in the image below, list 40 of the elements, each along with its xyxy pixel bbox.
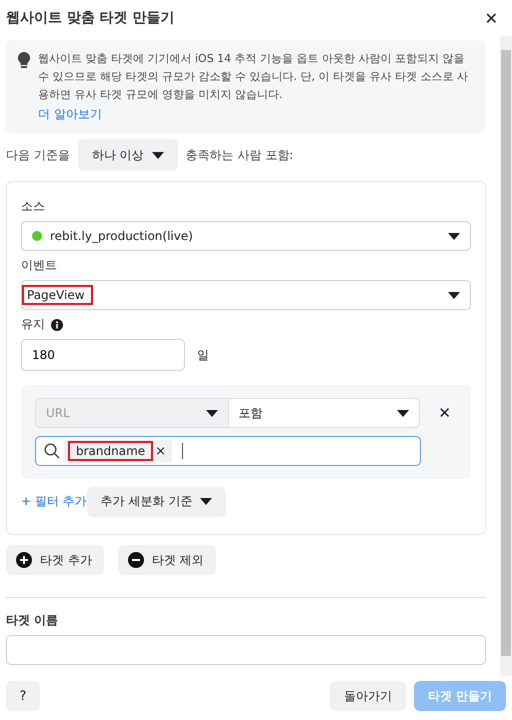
field-label: 타겟 이름 — [6, 612, 60, 629]
info-icon — [51, 318, 63, 330]
learn-more-link[interactable]: 더 알아보기 — [38, 106, 102, 123]
caret-icon — [152, 152, 164, 158]
source-select[interactable]: rebit.ly_production(live) — [21, 221, 471, 251]
criteria-text: 충족하는 사람 포함: — [186, 146, 294, 164]
scrollbar[interactable] — [500, 36, 512, 676]
field-label: 유지 — [21, 316, 45, 333]
search-icon — [44, 443, 60, 459]
operator-select[interactable]: 포함 — [228, 398, 420, 428]
match-dropdown[interactable]: 하나 이상 — [78, 139, 178, 171]
caret-icon — [200, 498, 212, 505]
add-filter-link[interactable]: + 필터 추가 — [21, 493, 87, 510]
tag-search-field[interactable]: brandname × — [35, 436, 421, 466]
field-label: 이벤트 — [21, 257, 58, 274]
lightbulb-icon — [18, 52, 30, 68]
back-button[interactable]: 돌아가기 — [330, 681, 406, 711]
criteria-text: 다음 기준을 — [6, 146, 70, 164]
caret-icon — [448, 232, 460, 240]
remove-tag-button[interactable]: × — [151, 444, 168, 458]
retention-field[interactable]: 180 — [21, 339, 185, 371]
unit-label: 일 — [197, 346, 209, 364]
caret-icon — [448, 292, 460, 298]
exclude-button[interactable]: 타겟 제외 — [118, 545, 216, 575]
filter-tag: brandname — [70, 443, 152, 459]
caret-icon — [206, 410, 218, 416]
name-field[interactable] — [6, 635, 486, 665]
close-button[interactable]: ✕ — [480, 8, 502, 28]
caret-icon — [397, 410, 410, 416]
remove-filter-button[interactable]: ✕ — [432, 403, 457, 423]
include-button[interactable]: 타겟 추가 — [6, 545, 104, 575]
event-value: PageView — [24, 287, 91, 303]
field-label: 소스 — [21, 198, 46, 215]
notice-text: 웹사이트 맞춤 타겟에 기기에서 iOS 14 추적 기능을 옵트 아웃한 사람이 포함되지 않을 수 있으므로 해당 타겟의 규모가 감소할 수 있습니다. 단, 이 타겟을 유사 타겟 소스로 사용하면 유사 타겟 규모에 영향을 미치지 않습니다. — [38, 51, 469, 103]
refine-dropdown[interactable]: 추가 세분화 기준 — [86, 486, 226, 516]
plus-circle-icon — [16, 552, 32, 568]
minus-circle-icon — [128, 552, 144, 568]
dialog-title: 웹사이트 맞춤 타겟 만들기 — [6, 9, 175, 27]
help-button[interactable]: ? — [6, 681, 40, 711]
event-select[interactable]: PageView — [21, 280, 471, 310]
